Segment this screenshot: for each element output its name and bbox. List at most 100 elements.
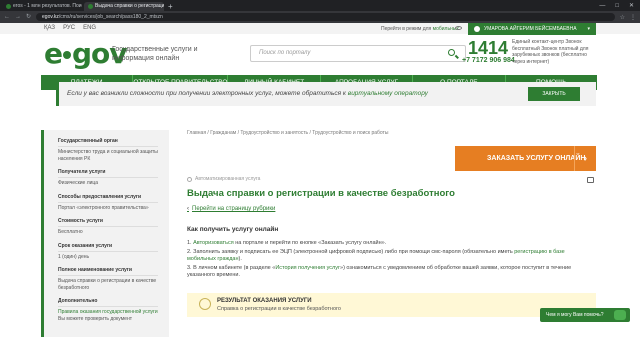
- user-name: УМАРОВА АЙГЕРИМ БЕЙСЕМБАЕВНА: [484, 26, 577, 32]
- close-notice-button[interactable]: ЗАКРЫТЬ: [528, 87, 580, 101]
- lang-en[interactable]: ENG: [83, 25, 96, 31]
- notice-text: Если у вас возникли сложности при получе…: [67, 90, 428, 97]
- page-title: Выдача справки о регистрации в качестве …: [187, 188, 455, 199]
- address-bar: ← → ↻ egov.kz/cms/ru/services/job_search…: [0, 11, 640, 23]
- url-host: egov.kz: [42, 14, 59, 20]
- check-document-link[interactable]: Вы можете проверить документ: [58, 316, 158, 323]
- sidebar-block: Дополнительно Правила оказания государст…: [58, 298, 169, 322]
- sidebar-label: Стоимость услуги: [58, 218, 158, 227]
- sidebar-value: Бесплатно: [58, 229, 83, 235]
- auto-badge-label: Автоматизированная услуга: [195, 176, 261, 182]
- back-link-label: Перейти на страницу рубрики: [192, 206, 276, 212]
- logo-dot-icon: [63, 51, 71, 59]
- list-item: 3. В личном кабинете (в разделе «История…: [187, 265, 587, 280]
- chevron-right-icon: ›: [574, 146, 596, 171]
- browser-tab-active[interactable]: Выдача справки о регистрации ✕: [84, 2, 164, 11]
- sidebar-block: Способы предоставления услуги Портал «эл…: [58, 194, 169, 212]
- chevron-down-icon: ▾: [587, 26, 590, 32]
- back-to-rubric-link[interactable]: ‹ Перейти на страницу рубрики: [187, 206, 275, 212]
- search-placeholder: Поиск по порталу: [259, 50, 311, 56]
- url-input[interactable]: egov.kz/cms/ru/services/job_search/pass1…: [36, 13, 615, 21]
- back-button[interactable]: ←: [4, 11, 10, 23]
- sidebar-value-wrap: Правила оказания государственной услуги: [58, 309, 158, 316]
- sidebar-block: Получатели услуги Физические лица: [58, 169, 169, 187]
- step-num: 1.: [187, 240, 192, 246]
- reload-button[interactable]: ↻: [26, 11, 31, 23]
- maximize-button[interactable]: □: [615, 2, 619, 11]
- contact-info: Единый контакт-центр Звонок бесплатный З…: [512, 39, 589, 65]
- order-button-label: ЗАКАЗАТЬ УСЛУГУ ОНЛАЙН: [487, 155, 586, 162]
- user-menu-button[interactable]: УМАРОВА АЙГЕРИМ БЕЙСЕМБАЕВНА ▾: [468, 23, 596, 35]
- logo-part: e: [44, 37, 63, 70]
- print-icon[interactable]: [587, 177, 594, 183]
- sidebar-value: Министерство труда и социальной защиты н…: [58, 149, 158, 162]
- step-num: 2.: [187, 248, 192, 255]
- step-num: 3.: [187, 264, 192, 271]
- mobile-mode-link[interactable]: Перейти в режим для мобильных: [381, 26, 459, 32]
- minimize-button[interactable]: —: [599, 2, 605, 11]
- result-title: РЕЗУЛЬТАТ ОКАЗАНИЯ УСЛУГИ: [217, 298, 312, 304]
- service-info-sidebar: Государственный орган Министерство труда…: [41, 130, 169, 337]
- step-text: на портале и перейти по кнопке «Заказать…: [233, 240, 387, 246]
- steps-list: 1. Авторизоваться на портале и перейти п…: [187, 240, 587, 281]
- url-path: /cms/ru/services/job_search/pass180_2_mt…: [58, 14, 163, 20]
- gear-icon: [187, 176, 192, 182]
- automated-service-badge: Автоматизированная услуга: [187, 176, 260, 182]
- chat-icon[interactable]: [614, 310, 626, 320]
- sidebar-label: Получатели услуги: [58, 169, 158, 178]
- sidebar-block: Стоимость услуги Бесплатно: [58, 218, 169, 236]
- favicon-icon: [6, 4, 11, 9]
- mobile-link-text: Перейти в режим для: [381, 26, 432, 32]
- chevron-left-icon: ‹: [187, 206, 189, 212]
- sidebar-value: 1 (один) день: [58, 253, 90, 260]
- user-icon: [474, 26, 480, 32]
- contact-phone: +7 7172 906 984: [462, 57, 515, 64]
- service-rules-link[interactable]: Правила оказания государственной услуги: [58, 309, 158, 315]
- step-text: В личном кабинете (в разделе «: [193, 264, 276, 271]
- result-subtitle: Справка о регистрации в качестве безрабо…: [217, 306, 341, 312]
- sidebar-label: Срок оказания услуги: [58, 243, 158, 252]
- browser-tab[interactable]: eros - 1 млн результатов. Поис ✕: [2, 2, 82, 11]
- sidebar-value: Выдача справки о регистрации в качестве …: [58, 278, 157, 291]
- list-item: 2. Заполнить заявку и подписать ее ЭЦП (…: [187, 249, 587, 264]
- browser-tabbar: eros - 1 млн результатов. Поис ✕ Выдача …: [0, 0, 640, 11]
- sidebar-label: Дополнительно: [58, 298, 158, 307]
- breadcrumb[interactable]: Главная / Гражданам / Трудоустройство и …: [187, 130, 388, 136]
- menu-icon[interactable]: ⋮: [630, 14, 636, 21]
- site-tagline: Государственные услуги и информация онла…: [112, 46, 198, 62]
- list-item: 1. Авторизоваться на портале и перейти п…: [187, 240, 587, 248]
- authorize-link[interactable]: Авторизоваться: [193, 240, 234, 246]
- close-window-button[interactable]: ✕: [629, 2, 634, 11]
- eye-icon[interactable]: [455, 26, 462, 30]
- new-tab-button[interactable]: +: [168, 2, 173, 11]
- sidebar-label: Государственный орган: [58, 138, 158, 147]
- sidebar-block: Срок оказания услуги 1 (один) день: [58, 243, 169, 261]
- service-result-box: РЕЗУЛЬТАТ ОКАЗАНИЯ УСЛУГИ Справка о реги…: [187, 293, 596, 317]
- star-icon[interactable]: ☆: [620, 14, 625, 21]
- contact-number: 1414: [468, 38, 509, 58]
- sidebar-label: Полное наименование услуги: [58, 267, 158, 276]
- notice-banner: Если у вас возникли сложности при получе…: [56, 82, 596, 106]
- sidebar-value: Физические лица: [58, 180, 99, 186]
- result-icon: [199, 298, 211, 310]
- service-history-link[interactable]: История получения услуг: [275, 265, 340, 271]
- language-switcher: ҚАЗ РУС ENG: [44, 25, 96, 31]
- step-text: Заполнить заявку и подписать ее ЭЦП (эле…: [193, 248, 515, 255]
- forward-button[interactable]: →: [15, 11, 21, 23]
- search-icon[interactable]: [448, 49, 455, 56]
- virtual-operator-link[interactable]: виртуальному оператору: [348, 90, 428, 97]
- how-to-get-heading: Как получить услугу онлайн: [187, 226, 279, 233]
- sidebar-block: Полное наименование услуги Выдача справк…: [58, 267, 169, 291]
- lang-kz[interactable]: ҚАЗ: [44, 25, 55, 31]
- sidebar-value: Портал «электронного правительства»: [58, 204, 149, 211]
- search-input[interactable]: Поиск по порталу: [250, 45, 466, 62]
- tab-title: eros - 1 млн результатов. Поис: [13, 3, 82, 9]
- sidebar-label: Способы предоставления услуги: [58, 194, 158, 203]
- order-service-online-button[interactable]: ЗАКАЗАТЬ УСЛУГУ ОНЛАЙН ›: [455, 146, 596, 171]
- favicon-icon: [88, 4, 93, 9]
- sidebar-block: Государственный орган Министерство труда…: [58, 138, 169, 162]
- window-controls: — □ ✕: [599, 2, 640, 11]
- notice-body: Если у вас возникли сложности при получе…: [67, 90, 348, 97]
- step-text: ).: [238, 256, 242, 262]
- lang-ru[interactable]: РУС: [63, 25, 75, 31]
